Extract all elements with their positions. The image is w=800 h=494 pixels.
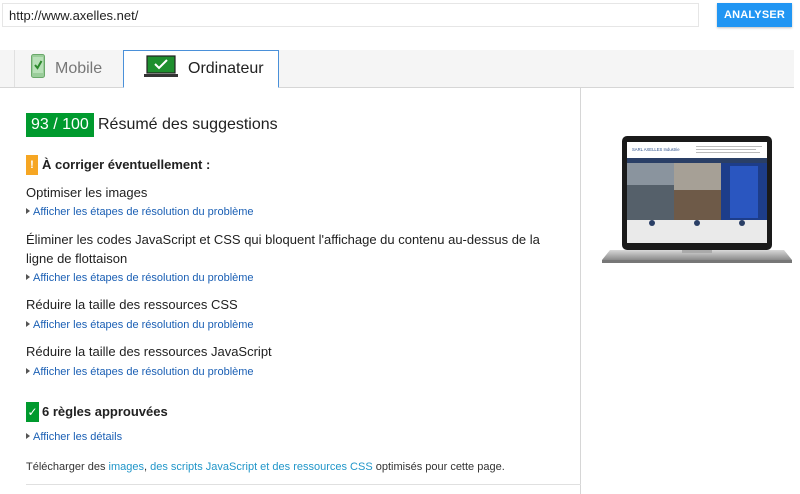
rule-link[interactable]: Afficher les étapes de résolution du pro… (26, 271, 254, 285)
warning-icon: ! (26, 155, 38, 175)
score-badge: 93 / 100 (26, 113, 94, 137)
desktop-computer-icon (144, 54, 178, 84)
rule-title: Éliminer les codes JavaScript et CSS qui… (26, 232, 540, 266)
rule-link[interactable]: Afficher les étapes de résolution du pro… (26, 365, 254, 379)
show-details-link[interactable]: Afficher les détails (26, 430, 122, 444)
rule-title: Réduire la taille des ressources CSS (26, 297, 238, 312)
scripts-css-link[interactable]: des scripts JavaScript et des ressources… (150, 461, 373, 473)
rule-link-label: Afficher les étapes de résolution du pro… (33, 272, 254, 284)
score-title: Résumé des suggestions (98, 116, 278, 133)
caret-right-icon (26, 208, 30, 214)
rule-link[interactable]: Afficher les étapes de résolution du pro… (26, 318, 254, 332)
tab-mobile-label: Mobile (55, 59, 103, 77)
download-optimized-text: Télécharger des images, des scripts Java… (26, 461, 505, 473)
desktop-preview-image: SARL AXELLES Industrie (600, 130, 796, 280)
url-input[interactable] (3, 4, 698, 26)
caret-right-icon (26, 433, 30, 439)
warning-section-title: À corriger éventuellement : (42, 157, 211, 172)
check-icon: ✓ (26, 402, 39, 422)
caret-right-icon (26, 368, 30, 374)
rule-title: Réduire la taille des ressources JavaScr… (26, 344, 272, 359)
images-link[interactable]: images (109, 461, 144, 473)
mobile-phone-icon (31, 54, 45, 83)
tab-desktop[interactable]: Ordinateur (123, 50, 279, 88)
rule-link-label: Afficher les étapes de résolution du pro… (33, 319, 254, 331)
analyze-button[interactable]: ANALYSER (717, 3, 792, 27)
caret-right-icon (26, 274, 30, 280)
rule-link-label: Afficher les étapes de résolution du pro… (33, 366, 254, 378)
divider (26, 484, 581, 485)
tab-desktop-label: Ordinateur (188, 60, 264, 77)
preview-site-name: SARL AXELLES Industrie (632, 147, 680, 152)
rule-link[interactable]: Afficher les étapes de résolution du pro… (26, 205, 254, 219)
rule-link-label: Afficher les étapes de résolution du pro… (33, 206, 254, 218)
show-details-label: Afficher les détails (33, 431, 123, 443)
approved-rules-title: 6 règles approuvées (42, 404, 168, 419)
url-field[interactable] (2, 3, 699, 27)
rule-title: Optimiser les images (26, 185, 148, 200)
tab-mobile[interactable]: Mobile (14, 50, 122, 87)
caret-right-icon (26, 321, 30, 327)
